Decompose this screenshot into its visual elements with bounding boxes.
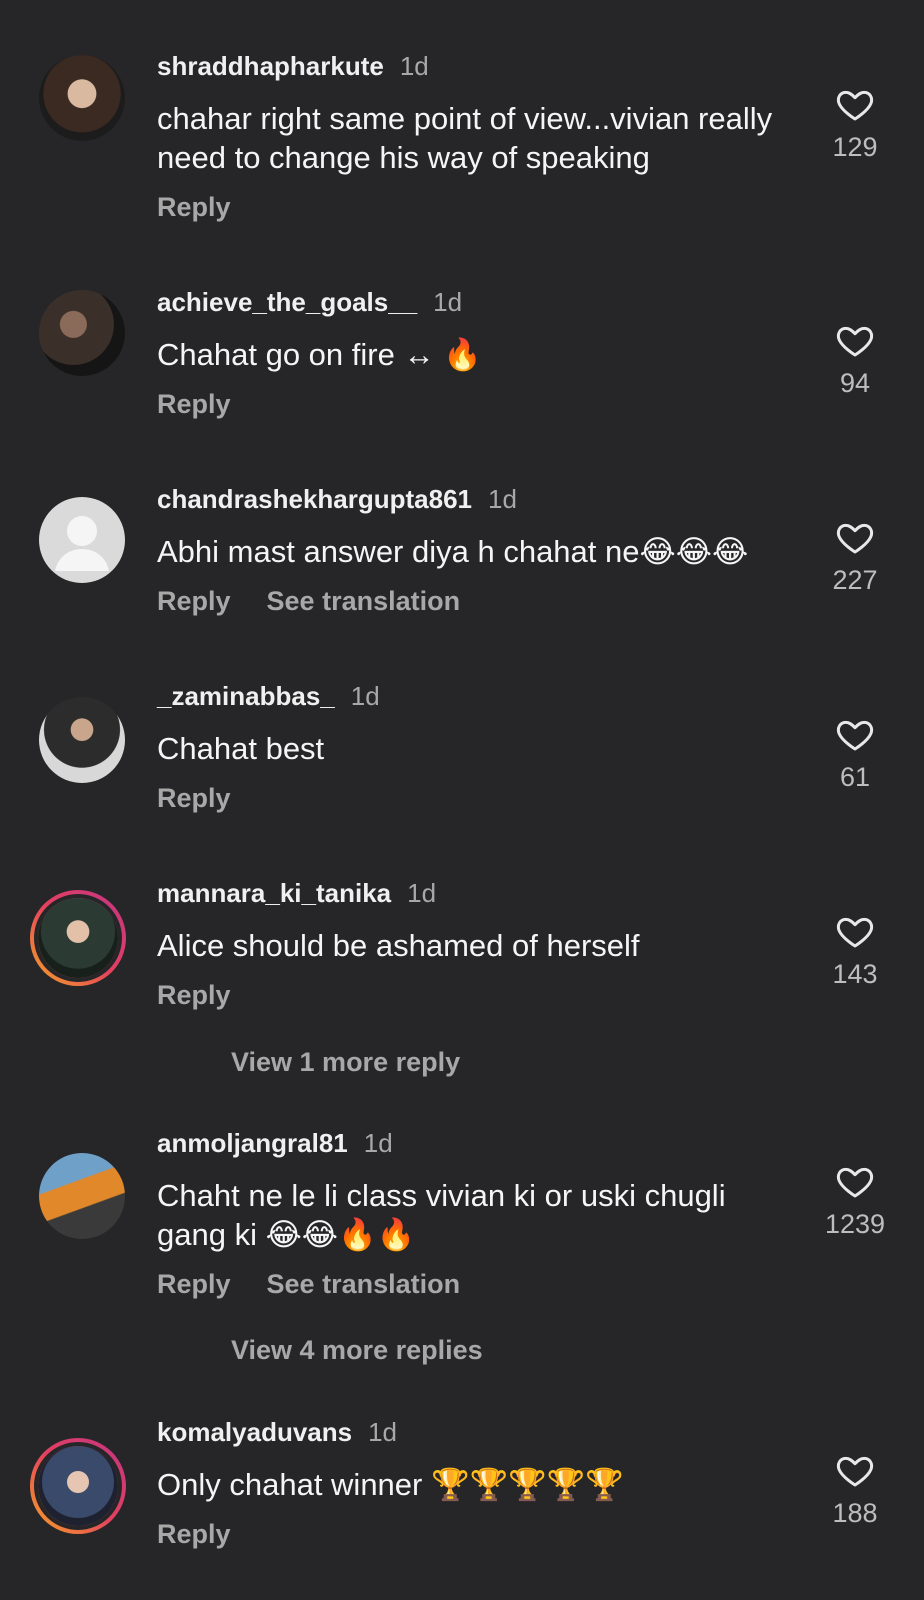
like-count: 227	[832, 565, 878, 595]
like-count: 1239	[824, 1209, 886, 1239]
reply-button[interactable]: Reply	[157, 980, 231, 1010]
comment-actions: Reply	[157, 980, 267, 1011]
like-control: 129	[820, 84, 890, 163]
comment-text: Only chahat winner 🏆🏆🏆🏆🏆	[157, 1467, 624, 1502]
view-more-replies-button[interactable]: View 4 more replies	[231, 1335, 483, 1366]
comment-text: Abhi mast answer diya h chahat ne😂😂😂	[157, 534, 749, 569]
like-control: 94	[820, 320, 890, 399]
reply-button[interactable]: Reply	[157, 1519, 231, 1549]
heart-outline-icon[interactable]	[835, 1161, 875, 1201]
like-control: 227	[820, 517, 890, 596]
username[interactable]: komalyaduvans	[157, 1417, 352, 1447]
comment-header: komalyaduvans 1d	[157, 1417, 397, 1448]
username[interactable]: _zaminabbas_	[157, 681, 335, 711]
like-control: 61	[820, 714, 890, 793]
avatar-story-ring[interactable]	[30, 890, 126, 986]
comment-actions: Reply	[157, 783, 267, 814]
reply-button[interactable]: Reply	[157, 1269, 231, 1299]
like-count: 94	[839, 368, 871, 398]
comment-header: chandrashekhargupta861 1d	[157, 484, 517, 515]
comment-actions: Reply	[157, 389, 267, 420]
avatar[interactable]	[39, 697, 125, 783]
comment-header: mannara_ki_tanika 1d	[157, 878, 436, 909]
default-avatar-icon[interactable]	[39, 497, 125, 583]
avatar[interactable]	[39, 55, 125, 141]
comment-actions: Reply	[157, 192, 267, 223]
like-count: 61	[839, 762, 871, 792]
avatar	[38, 898, 118, 978]
see-translation-button[interactable]: See translation	[267, 1269, 461, 1299]
person-silhouette-icon	[55, 516, 109, 571]
comment-text: Chahat go on fire ↔ 🔥	[157, 337, 482, 372]
username[interactable]: achieve_the_goals__	[157, 287, 417, 317]
reply-button[interactable]: Reply	[157, 783, 231, 813]
like-control: 188	[820, 1450, 890, 1529]
like-control: 1239	[820, 1161, 890, 1240]
timestamp: 1d	[488, 484, 517, 514]
timestamp: 1d	[433, 287, 463, 317]
heart-outline-icon[interactable]	[835, 320, 875, 360]
comment-header: anmoljangral81 1d	[157, 1128, 393, 1159]
timestamp: 1d	[368, 1417, 398, 1447]
view-more-replies-button[interactable]: View 1 more reply	[231, 1047, 460, 1078]
heart-outline-icon[interactable]	[835, 517, 875, 557]
reply-button[interactable]: Reply	[157, 192, 231, 222]
comment-actions: Reply	[157, 1519, 267, 1550]
heart-outline-icon[interactable]	[835, 911, 875, 951]
like-count: 188	[832, 1498, 878, 1528]
comment-text: Alice should be ashamed of herself	[157, 928, 640, 963]
comment-header: _zaminabbas_ 1d	[157, 681, 380, 712]
comment-actions: Reply See translation	[157, 1269, 496, 1300]
timestamp: 1d	[350, 681, 380, 711]
like-count: 129	[832, 132, 878, 162]
comment-text: Chahat best	[157, 731, 325, 766]
timestamp: 1d	[363, 1128, 393, 1158]
username[interactable]: chandrashekhargupta861	[157, 484, 472, 514]
timestamp: 1d	[407, 878, 437, 908]
heart-outline-icon[interactable]	[835, 1450, 875, 1490]
comment-header: achieve_the_goals__ 1d	[157, 287, 462, 318]
avatar[interactable]	[39, 1153, 125, 1239]
like-count: 143	[832, 959, 878, 989]
reply-button[interactable]: Reply	[157, 389, 231, 419]
avatar[interactable]	[39, 290, 125, 376]
username[interactable]: mannara_ki_tanika	[157, 878, 391, 908]
comment-actions: Reply See translation	[157, 586, 496, 617]
heart-outline-icon[interactable]	[835, 714, 875, 754]
like-control: 143	[820, 911, 890, 990]
reply-button[interactable]: Reply	[157, 586, 231, 616]
comment-text: Chaht ne le li class vivian ki or uski c…	[157, 1178, 726, 1252]
username[interactable]: anmoljangral81	[157, 1128, 348, 1158]
avatar	[38, 1446, 118, 1526]
see-translation-button[interactable]: See translation	[267, 586, 461, 616]
username[interactable]: shraddhapharkute	[157, 51, 384, 81]
comment-header: shraddhapharkute 1d	[157, 51, 429, 82]
avatar-story-ring[interactable]	[30, 1438, 126, 1534]
heart-outline-icon[interactable]	[835, 84, 875, 124]
timestamp: 1d	[399, 51, 429, 81]
comment-text: chahar right same point of view...vivian…	[157, 101, 773, 175]
